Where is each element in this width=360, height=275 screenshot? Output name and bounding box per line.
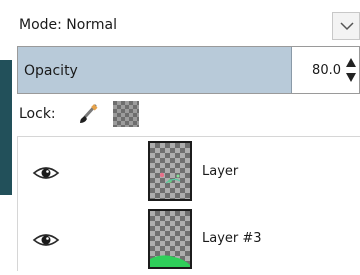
left-accent-bar <box>0 60 12 195</box>
brush-icon[interactable] <box>77 103 99 125</box>
layer-thumbnail <box>148 209 192 269</box>
mode-dropdown-button[interactable] <box>332 12 360 40</box>
alpha-lock-icon[interactable] <box>113 101 139 127</box>
layer-name[interactable]: Layer #3 <box>202 231 262 246</box>
layers-panel: Mode: Normal Opacity 80.0 Lock: Layer La… <box>12 0 360 271</box>
opacity-control: Opacity 80.0 <box>17 46 360 94</box>
eye-icon[interactable] <box>32 163 60 183</box>
chevron-down-icon <box>340 22 354 31</box>
mode-label: Mode: Normal <box>19 17 117 33</box>
layer-row[interactable]: Layer <box>18 139 360 207</box>
eye-icon[interactable] <box>32 230 60 250</box>
layer-row[interactable]: Layer #3 <box>18 207 360 275</box>
opacity-slider[interactable]: Opacity 80.0 <box>17 46 360 94</box>
opacity-spin-buttons[interactable] <box>345 55 357 85</box>
opacity-label: Opacity <box>24 63 78 79</box>
layers-list: Layer Layer #3 <box>17 136 360 271</box>
layer-name[interactable]: Layer <box>202 164 238 179</box>
layer-thumbnail <box>148 141 192 201</box>
spin-down-icon[interactable] <box>345 70 357 85</box>
spin-up-icon[interactable] <box>345 55 357 70</box>
mode-dropdown[interactable]: Mode: Normal <box>12 10 360 42</box>
opacity-value[interactable]: 80.0 <box>312 63 341 78</box>
lock-label: Lock: <box>19 106 56 122</box>
lock-row: Lock: <box>17 100 360 128</box>
left-edge <box>0 0 12 271</box>
